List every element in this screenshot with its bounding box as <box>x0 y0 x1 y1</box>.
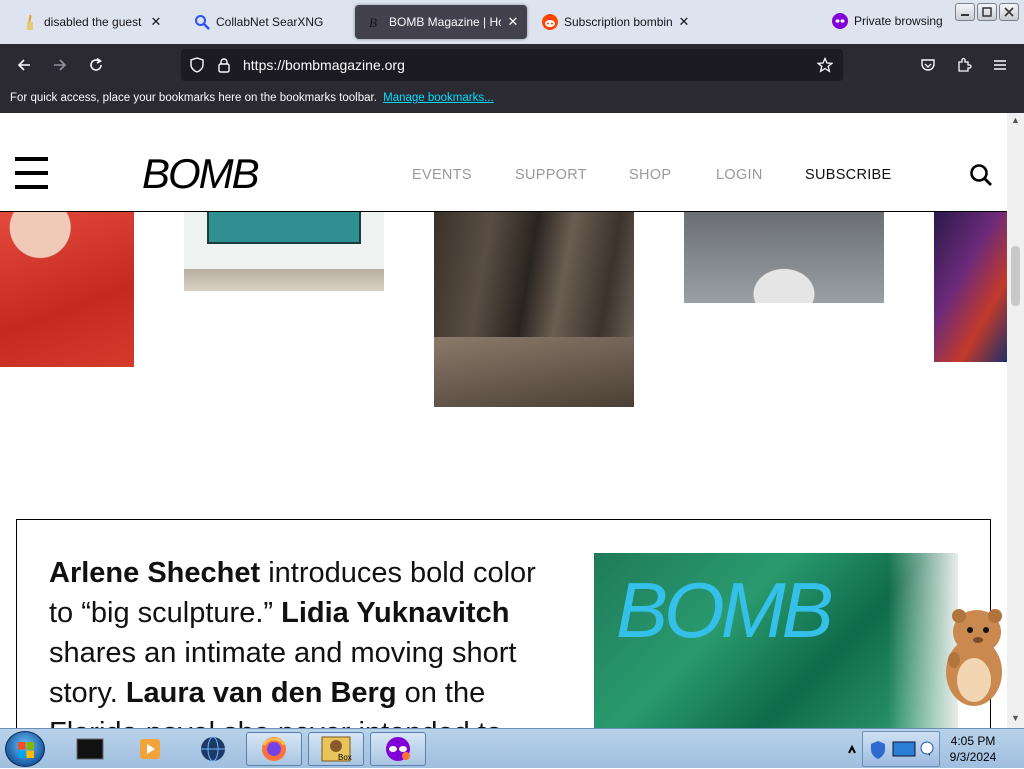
taskbar-firefox[interactable] <box>246 732 302 766</box>
feature-name-shechet[interactable]: Arlene Shechet <box>49 557 260 589</box>
sandboxie-icon: Box <box>321 736 352 762</box>
gallery-image-installation[interactable] <box>684 212 884 303</box>
navigation-toolbar: https://bombmagazine.org <box>0 44 1024 86</box>
bookmark-star-icon <box>817 57 833 73</box>
scroll-down-icon[interactable]: ▼ <box>1011 713 1020 723</box>
tab-searxng[interactable]: CollabNet SearXNG <box>182 5 350 39</box>
private-mask-icon <box>832 13 848 29</box>
clock-date: 9/3/2024 <box>949 750 997 764</box>
close-tab-icon[interactable]: ✕ <box>676 14 692 30</box>
reload-icon <box>90 57 102 71</box>
bomb-b-icon: B <box>367 14 383 30</box>
reload-button[interactable] <box>82 51 110 79</box>
window-controls <box>955 3 1019 21</box>
url-text: https://bombmagazine.org <box>243 57 405 73</box>
clock-time: 4:05 PM <box>950 734 996 748</box>
gallery-image-painting[interactable] <box>184 212 384 291</box>
back-button[interactable] <box>10 51 38 79</box>
terminal-icon <box>76 738 104 760</box>
taskbar-clock[interactable]: 4:05 PM 9/3/2024 <box>940 733 1006 765</box>
page-viewport: BOMB EVENTS SUPPORT SHOP LOGIN SUBSCRIBE… <box>0 113 1024 728</box>
gallery-image-portrait[interactable] <box>0 212 134 367</box>
gallery-image-illustration[interactable] <box>934 212 1007 362</box>
svg-text:Box: Box <box>338 753 352 762</box>
app-menu-button[interactable] <box>986 51 1014 79</box>
reddit-icon <box>542 14 558 30</box>
private-browsing-indicator: Private browsing <box>832 13 943 29</box>
feature-text: Arlene Shechet introduces bold color to … <box>49 553 559 728</box>
scroll-up-icon[interactable]: ▲ <box>1011 115 1020 125</box>
globe-icon <box>201 736 225 762</box>
close-tab-icon[interactable]: ✕ <box>148 14 164 30</box>
close-window-button[interactable] <box>999 3 1019 21</box>
tab-reddit[interactable]: Subscription bombing ✕ <box>530 5 698 39</box>
cover-logo: BOMB <box>616 566 834 654</box>
site-logo[interactable]: BOMB <box>142 150 260 198</box>
private-browsing-label: Private browsing <box>854 14 943 28</box>
nav-support[interactable]: SUPPORT <box>515 167 587 183</box>
forward-button[interactable] <box>46 51 74 79</box>
site-menu-button[interactable] <box>15 157 48 189</box>
back-arrow-icon <box>17 59 30 71</box>
taskbar-media-player[interactable] <box>122 732 178 766</box>
network-monitor-icon <box>892 741 916 757</box>
network-icon[interactable] <box>920 739 934 757</box>
feature-name-yuknavitch[interactable]: Lidia Yuknavitch <box>281 597 509 629</box>
close-tab-icon[interactable]: ✕ <box>505 14 521 30</box>
firefox-icon <box>262 737 286 761</box>
manage-bookmarks-link[interactable]: Manage bookmarks... <box>383 92 494 104</box>
hamburger-menu-icon <box>994 60 1006 70</box>
feature-card[interactable]: Arlene Shechet introduces bold color to … <box>16 519 991 728</box>
pocket-icon <box>921 59 935 71</box>
tab-title: BOMB Magazine | Ho <box>389 15 501 29</box>
shield-icon <box>190 57 204 73</box>
svg-text:B: B <box>369 15 377 29</box>
shield-tray-icon <box>871 741 885 759</box>
lock-icon <box>218 58 230 73</box>
gallery-image-landscape[interactable] <box>434 212 634 407</box>
nav-login[interactable]: LOGIN <box>716 167 763 183</box>
taskbar-sandboxie[interactable]: Box <box>308 732 364 766</box>
bookmarks-hint: For quick access, place your bookmarks h… <box>10 92 377 104</box>
site-header: BOMB EVENTS SUPPORT SHOP LOGIN SUBSCRIBE <box>0 113 1007 212</box>
minimize-button[interactable] <box>955 3 975 21</box>
nav-events[interactable]: EVENTS <box>412 167 472 183</box>
url-bar[interactable]: https://bombmagazine.org <box>181 49 843 81</box>
candle-icon <box>22 14 38 30</box>
nav-subscribe[interactable]: SUBSCRIBE <box>805 167 892 183</box>
taskbar-globe[interactable] <box>185 732 241 766</box>
taskbar-terminal[interactable] <box>62 732 118 766</box>
scrollbar-thumb[interactable] <box>1011 246 1020 306</box>
feature-cover-image[interactable]: BOMB <box>594 553 958 728</box>
windows-logo-icon <box>18 742 34 758</box>
tab-strip: disabled the guest fon ✕ CollabNet SearX… <box>0 0 1024 44</box>
bookmarks-toolbar: For quick access, place your bookmarks h… <box>0 86 1024 113</box>
start-button[interactable] <box>5 731 45 767</box>
tab-title: CollabNet SearXNG <box>216 15 324 29</box>
feature-name-van-den-berg[interactable]: Laura van den Berg <box>126 677 397 709</box>
tray-overflow-icon[interactable] <box>846 739 858 759</box>
extensions-button[interactable] <box>950 51 978 79</box>
pocket-button[interactable] <box>914 51 942 79</box>
windows-taskbar: Box 4:05 PM 9/3/2024 <box>0 728 1024 768</box>
magnifier-icon <box>194 14 210 30</box>
maximize-button[interactable] <box>977 3 997 21</box>
tab-guest[interactable]: disabled the guest fon ✕ <box>10 5 170 39</box>
hamster-mascot-icon <box>946 609 1002 706</box>
puzzle-icon <box>958 57 972 72</box>
search-icon[interactable] <box>969 163 993 187</box>
tab-title: Subscription bombing <box>564 15 672 29</box>
media-player-icon <box>140 739 160 759</box>
forward-arrow-icon <box>54 59 67 71</box>
tab-title: disabled the guest fon <box>44 15 144 29</box>
private-browsing-icon <box>386 737 410 761</box>
nav-shop[interactable]: SHOP <box>629 167 671 183</box>
taskbar-private-browsing[interactable] <box>370 732 426 766</box>
tab-bomb-magazine[interactable]: B BOMB Magazine | Ho ✕ <box>355 5 527 39</box>
